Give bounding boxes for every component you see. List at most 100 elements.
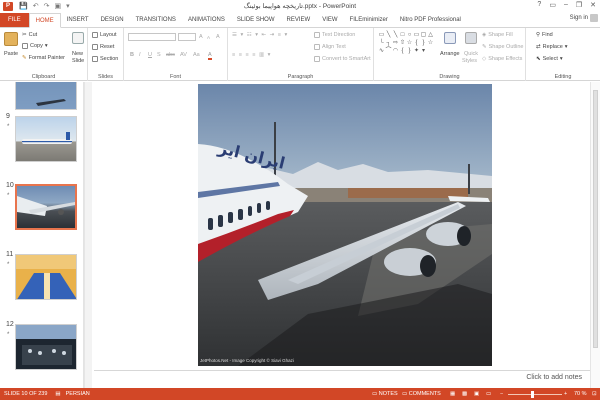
line-shape-icon[interactable]: ╲ bbox=[392, 32, 399, 39]
zoom-out-button[interactable]: − bbox=[500, 391, 503, 397]
zoom-in-button[interactable]: + bbox=[564, 391, 567, 397]
account-avatar[interactable] bbox=[590, 14, 598, 22]
shadow-button[interactable]: S bbox=[157, 52, 161, 58]
star-shape-icon[interactable]: ☆ bbox=[406, 40, 413, 47]
textbox-shape-icon[interactable]: ▭ bbox=[378, 32, 385, 39]
tab-animations[interactable]: ANIMATIONS bbox=[182, 13, 231, 27]
close-button[interactable]: ✕ bbox=[590, 1, 596, 9]
arrow-shape-icon[interactable]: ⇨ bbox=[392, 40, 399, 47]
new-slide-label-2[interactable]: Slide bbox=[72, 58, 84, 64]
brace-shape-icon[interactable]: { bbox=[413, 40, 420, 47]
italic-button[interactable]: I bbox=[139, 52, 141, 58]
font-size-combo[interactable] bbox=[178, 33, 196, 41]
star-shape-icon[interactable]: ☆ bbox=[427, 40, 434, 47]
layout-button[interactable]: Layout bbox=[92, 32, 117, 38]
arrange-icon[interactable] bbox=[444, 32, 456, 44]
tab-fileminimizer[interactable]: FILEminimizer bbox=[344, 13, 394, 27]
reset-button[interactable]: Reset bbox=[92, 44, 114, 50]
slide-editing-area[interactable]: ایران ایر JetPhotos.Net - Image Copyrigh… bbox=[94, 82, 590, 388]
shapes-gallery[interactable]: ▭ ╲ ╲ □ ○ ▭▢ △ └ ┐ ⇨ ⇧ ☆{} ☆ ∿⌒◠{} ✦ ▾ bbox=[378, 31, 440, 55]
select-button[interactable]: ⬉ Select ▾ bbox=[536, 56, 563, 62]
text-direction-button[interactable]: Text Direction bbox=[314, 32, 355, 38]
ribbon-display-options-button[interactable]: ▭ bbox=[549, 1, 556, 9]
tab-transitions[interactable]: TRANSITIONS bbox=[130, 13, 182, 27]
rectangle-shape-icon[interactable]: ▭ bbox=[413, 32, 420, 39]
tab-file[interactable]: FILE bbox=[0, 13, 29, 27]
oval-shape-icon[interactable]: ○ bbox=[406, 32, 413, 39]
font-color-button[interactable]: A bbox=[208, 52, 212, 60]
triangle-shape-icon[interactable]: △ bbox=[427, 32, 434, 39]
underline-button[interactable]: U bbox=[148, 52, 152, 58]
zoom-slider[interactable] bbox=[508, 394, 562, 395]
slide-vertical-scrollbar[interactable] bbox=[590, 82, 600, 388]
bullets-numbering-buttons[interactable]: ☰ ▾ ☷ ▾ ⇤ ⇥ ≡ ▾ bbox=[232, 32, 288, 38]
normal-view-icon[interactable]: ▦ bbox=[450, 391, 455, 397]
character-spacing-button[interactable]: AV bbox=[180, 52, 187, 58]
shape-outline-button[interactable]: ✎ Shape Outline bbox=[482, 44, 523, 50]
restore-button[interactable]: ❐ bbox=[576, 1, 582, 9]
strikethrough-button[interactable]: abc bbox=[166, 52, 175, 58]
sign-in-link[interactable]: Sign in bbox=[570, 15, 588, 21]
tab-review[interactable]: REVIEW bbox=[281, 13, 317, 27]
convert-smartart-button[interactable]: Convert to SmartArt bbox=[314, 56, 371, 62]
clear-formatting-button[interactable]: A bbox=[216, 34, 220, 40]
slide-thumbnail[interactable] bbox=[15, 82, 77, 110]
tab-insert[interactable]: INSERT bbox=[61, 13, 95, 27]
format-painter-button[interactable]: ✎ Format Painter bbox=[22, 55, 65, 61]
slide-thumbnail[interactable] bbox=[15, 116, 77, 162]
quick-styles-icon[interactable] bbox=[465, 32, 477, 44]
new-slide-button[interactable]: New bbox=[72, 51, 83, 57]
star-shape-icon[interactable]: ✦ bbox=[413, 48, 420, 55]
arrange-button[interactable]: Arrange bbox=[440, 51, 460, 57]
quick-styles-button[interactable]: Quick bbox=[464, 51, 478, 57]
notes-placeholder[interactable]: Click to add notes bbox=[526, 374, 582, 381]
slide-sorter-icon[interactable]: ▩ bbox=[462, 391, 467, 397]
slideshow-view-icon[interactable]: ▭ bbox=[486, 391, 491, 397]
tab-nitro-pdf[interactable]: Nitro PDF Professional bbox=[394, 13, 467, 27]
grow-font-button[interactable]: A bbox=[199, 34, 203, 40]
fit-slide-icon[interactable]: ⊡ bbox=[592, 391, 597, 397]
slide-thumbnail-selected[interactable] bbox=[15, 184, 77, 230]
freeform-shape-icon[interactable]: ⌒ bbox=[385, 48, 392, 55]
find-button[interactable]: ⚲ Find bbox=[536, 32, 553, 38]
slide-thumbnail[interactable] bbox=[15, 254, 77, 300]
current-slide[interactable]: ایران ایر JetPhotos.Net - Image Copyrigh… bbox=[198, 84, 492, 366]
section-button[interactable]: Section bbox=[92, 56, 118, 62]
notes-toggle[interactable]: ▭ NOTES bbox=[372, 391, 398, 397]
copy-button[interactable]: Copy ▾ bbox=[22, 43, 48, 49]
tab-home[interactable]: HOME bbox=[28, 13, 61, 28]
tab-slide-show[interactable]: SLIDE SHOW bbox=[231, 13, 281, 27]
paste-button[interactable]: Paste bbox=[4, 51, 18, 57]
scrollbar-thumb[interactable] bbox=[593, 90, 598, 348]
rectangle-shape-icon[interactable]: □ bbox=[399, 32, 406, 39]
arc-shape-icon[interactable]: ◠ bbox=[392, 48, 399, 55]
replace-button[interactable]: ⇄ Replace ▾ bbox=[536, 44, 568, 50]
brace-shape-icon[interactable]: } bbox=[420, 40, 427, 47]
change-case-button[interactable]: Aa bbox=[193, 52, 200, 58]
arrow-shape-icon[interactable]: ⇧ bbox=[399, 40, 406, 47]
quick-styles-label-2[interactable]: Styles bbox=[462, 58, 477, 64]
more-shapes-icon[interactable]: ▾ bbox=[420, 48, 427, 55]
font-name-combo[interactable] bbox=[128, 33, 176, 41]
help-button[interactable]: ? bbox=[537, 1, 541, 9]
bold-button[interactable]: B bbox=[130, 52, 134, 58]
spellcheck-icon[interactable]: ▤ bbox=[55, 391, 60, 397]
brace-shape-icon[interactable]: { bbox=[399, 48, 406, 55]
cut-button[interactable]: ✂ Cut bbox=[22, 32, 37, 38]
slide-thumbnail[interactable] bbox=[15, 324, 77, 370]
language-indicator[interactable]: PERSIAN bbox=[66, 391, 90, 397]
comments-toggle[interactable]: ▭ COMMENTS bbox=[402, 391, 441, 397]
alignment-buttons[interactable]: ≡ ≡ ≡ ≡ ▥ ▾ bbox=[232, 52, 271, 58]
shape-fill-button[interactable]: ◈ Shape Fill bbox=[482, 32, 513, 38]
minimize-button[interactable]: – bbox=[564, 1, 568, 9]
tab-design[interactable]: DESIGN bbox=[95, 13, 130, 27]
zoom-level[interactable]: 70 % bbox=[574, 391, 587, 397]
align-text-button[interactable]: Align Text bbox=[314, 44, 346, 50]
new-slide-icon[interactable] bbox=[72, 32, 84, 44]
reading-view-icon[interactable]: ▣ bbox=[474, 391, 479, 397]
elbow-connector-icon[interactable]: ┐ bbox=[385, 40, 392, 47]
tab-view[interactable]: VIEW bbox=[316, 13, 343, 27]
shape-effects-button[interactable]: ◇ Shape Effects bbox=[482, 56, 522, 62]
paste-icon[interactable] bbox=[4, 32, 18, 46]
zoom-slider-knob[interactable] bbox=[531, 391, 534, 398]
